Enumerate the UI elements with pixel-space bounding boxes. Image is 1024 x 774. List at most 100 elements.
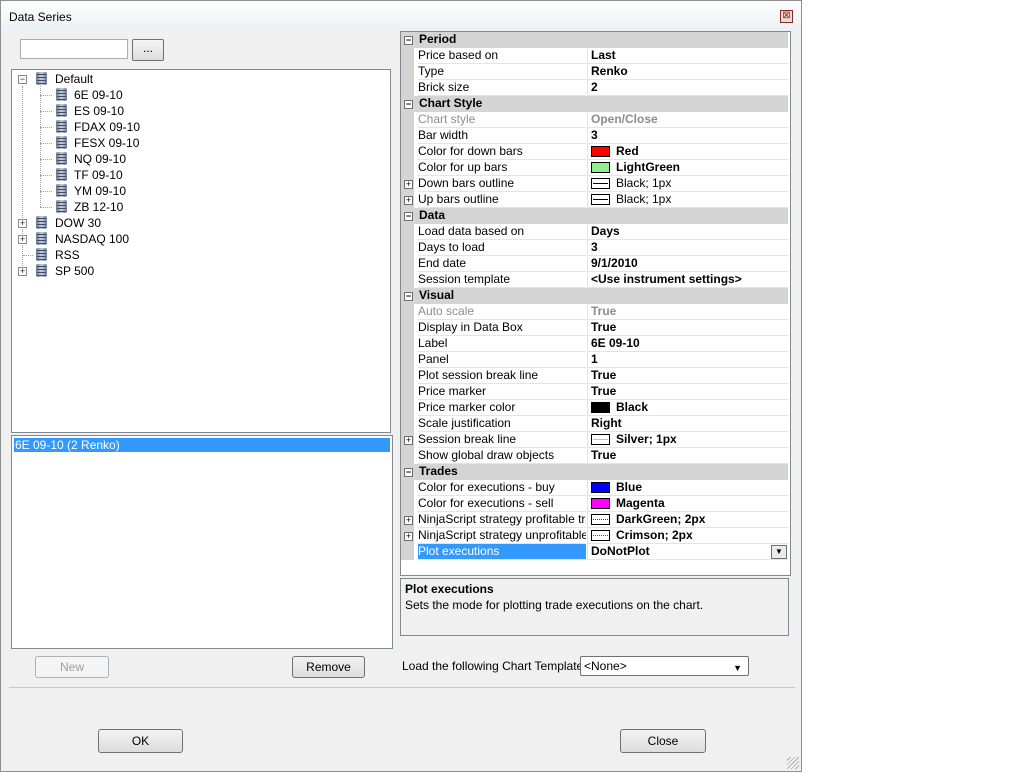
tree-folder-sp-500[interactable]: + SP 500 (18, 263, 158, 279)
property-value[interactable]: Black; 1px (587, 192, 788, 208)
property-row[interactable]: Chart style Open/Close (401, 112, 788, 128)
tree-item[interactable]: FDAX 09-10 (40, 119, 160, 135)
collapse-icon[interactable]: − (404, 36, 413, 45)
expand-icon[interactable]: + (18, 267, 27, 276)
close-button[interactable]: Close (620, 729, 706, 753)
collapse-icon[interactable]: − (18, 75, 27, 84)
property-row[interactable]: + Session break line Silver; 1px (401, 432, 788, 448)
property-row[interactable]: Price based on Last (401, 48, 788, 64)
property-value[interactable]: Right (587, 416, 788, 432)
property-value[interactable]: True (587, 448, 788, 464)
property-row[interactable]: Session template <Use instrument setting… (401, 272, 788, 288)
property-row[interactable]: Days to load 3 (401, 240, 788, 256)
property-row[interactable]: Auto scale True (401, 304, 788, 320)
tree-item[interactable]: NQ 09-10 (40, 151, 160, 167)
new-button[interactable]: New (35, 656, 109, 678)
property-row[interactable]: Plot session break line True (401, 368, 788, 384)
property-row[interactable]: Show global draw objects True (401, 448, 788, 464)
browse-instruments-button[interactable]: ... (132, 39, 164, 61)
property-row[interactable]: Bar width 3 (401, 128, 788, 144)
series-list-item[interactable]: 6E 09-10 (2 Renko) (14, 438, 390, 452)
expand-icon[interactable]: + (18, 235, 27, 244)
expand-icon[interactable]: + (404, 196, 413, 205)
selected-series-list[interactable]: 6E 09-10 (2 Renko) (11, 435, 393, 649)
property-value[interactable]: Silver; 1px (587, 432, 788, 448)
close-window-icon[interactable]: ⊠ (780, 10, 793, 23)
tree-item[interactable]: ZB 12-10 (40, 199, 160, 215)
property-value[interactable]: 3 (587, 240, 788, 256)
property-value[interactable]: Days (587, 224, 788, 240)
category-visual[interactable]: − Visual (401, 288, 788, 304)
collapse-icon[interactable]: − (404, 212, 413, 221)
expand-icon[interactable]: + (404, 180, 413, 189)
category-chart-style[interactable]: − Chart Style (401, 96, 788, 112)
category-period[interactable]: − Period (401, 32, 788, 48)
property-row-selected[interactable]: Plot executions DoNotPlot ▼ (401, 544, 788, 560)
collapse-icon[interactable]: − (404, 292, 413, 301)
property-row[interactable]: Color for executions - buy Blue (401, 480, 788, 496)
property-row[interactable]: Display in Data Box True (401, 320, 788, 336)
property-row[interactable]: Color for executions - sell Magenta (401, 496, 788, 512)
property-value[interactable]: 2 (587, 80, 788, 96)
tree-folder-default[interactable]: − Default (18, 71, 138, 87)
property-value[interactable]: <Use instrument settings> (587, 272, 788, 288)
resize-grip-icon[interactable] (787, 757, 799, 769)
instrument-tree[interactable]: − Default 6E 09-10 ES 09-10 FDAX 09-10 F… (11, 69, 391, 433)
property-value[interactable]: 1 (587, 352, 788, 368)
property-value[interactable]: Blue (587, 480, 788, 496)
tree-folder-dow-30[interactable]: + DOW 30 (18, 215, 158, 231)
property-row[interactable]: + Up bars outline Black; 1px (401, 192, 788, 208)
property-row[interactable]: Price marker True (401, 384, 788, 400)
property-row[interactable]: Brick size 2 (401, 80, 788, 96)
expand-icon[interactable]: + (18, 219, 27, 228)
collapse-icon[interactable]: − (404, 468, 413, 477)
remove-button[interactable]: Remove (292, 656, 365, 678)
property-row[interactable]: Price marker color Black (401, 400, 788, 416)
tree-item[interactable]: 6E 09-10 (40, 87, 160, 103)
plot-executions-dropdown[interactable]: DoNotPlot ▼ (587, 544, 788, 560)
property-row[interactable]: Panel 1 (401, 352, 788, 368)
tree-item[interactable]: TF 09-10 (40, 167, 160, 183)
ok-button[interactable]: OK (98, 729, 183, 753)
property-row[interactable]: Scale justification Right (401, 416, 788, 432)
property-value[interactable]: LightGreen (587, 160, 788, 176)
property-value[interactable]: True (587, 368, 788, 384)
property-value[interactable]: Black (587, 400, 788, 416)
property-value[interactable]: Red (587, 144, 788, 160)
property-value[interactable]: 6E 09-10 (587, 336, 788, 352)
property-row[interactable]: End date 9/1/2010 (401, 256, 788, 272)
property-row[interactable]: Color for down bars Red (401, 144, 788, 160)
expand-icon[interactable]: + (404, 436, 413, 445)
expand-icon[interactable]: + (404, 532, 413, 541)
property-value[interactable]: True (587, 320, 788, 336)
category-data[interactable]: − Data (401, 208, 788, 224)
property-value[interactable]: Renko (587, 64, 788, 80)
tree-folder-nasdaq-100[interactable]: + NASDAQ 100 (18, 231, 158, 247)
tree-item[interactable]: YM 09-10 (40, 183, 160, 199)
tree-folder-rss[interactable]: RSS (18, 247, 158, 263)
property-row[interactable]: Type Renko (401, 64, 788, 80)
instrument-search-input[interactable] (20, 39, 128, 59)
property-value[interactable]: Black; 1px (587, 176, 788, 192)
chart-template-select[interactable]: <None> ▼ (580, 656, 749, 676)
property-row[interactable]: + Down bars outline Black; 1px (401, 176, 788, 192)
property-value[interactable]: 9/1/2010 (587, 256, 788, 272)
property-value[interactable]: Magenta (587, 496, 788, 512)
property-row[interactable]: Color for up bars LightGreen (401, 160, 788, 176)
collapse-icon[interactable]: − (404, 100, 413, 109)
property-value[interactable]: DarkGreen; 2px (587, 512, 788, 528)
tree-item[interactable]: ES 09-10 (40, 103, 160, 119)
property-value[interactable]: 3 (587, 128, 788, 144)
property-value[interactable]: Crimson; 2px (587, 528, 788, 544)
property-row[interactable]: + NinjaScript strategy profitable trades… (401, 512, 788, 528)
property-row[interactable]: Load data based on Days (401, 224, 788, 240)
property-row[interactable]: + NinjaScript strategy unprofitable trad… (401, 528, 788, 544)
property-value[interactable]: Last (587, 48, 788, 64)
expand-icon[interactable]: + (404, 516, 413, 525)
tree-item[interactable]: FESX 09-10 (40, 135, 160, 151)
chevron-down-icon[interactable]: ▼ (771, 545, 787, 559)
property-row[interactable]: Label 6E 09-10 (401, 336, 788, 352)
property-value[interactable]: True (587, 384, 788, 400)
property-grid[interactable]: − Period Price based on Last Type Renko … (400, 31, 791, 576)
category-trades[interactable]: − Trades (401, 464, 788, 480)
